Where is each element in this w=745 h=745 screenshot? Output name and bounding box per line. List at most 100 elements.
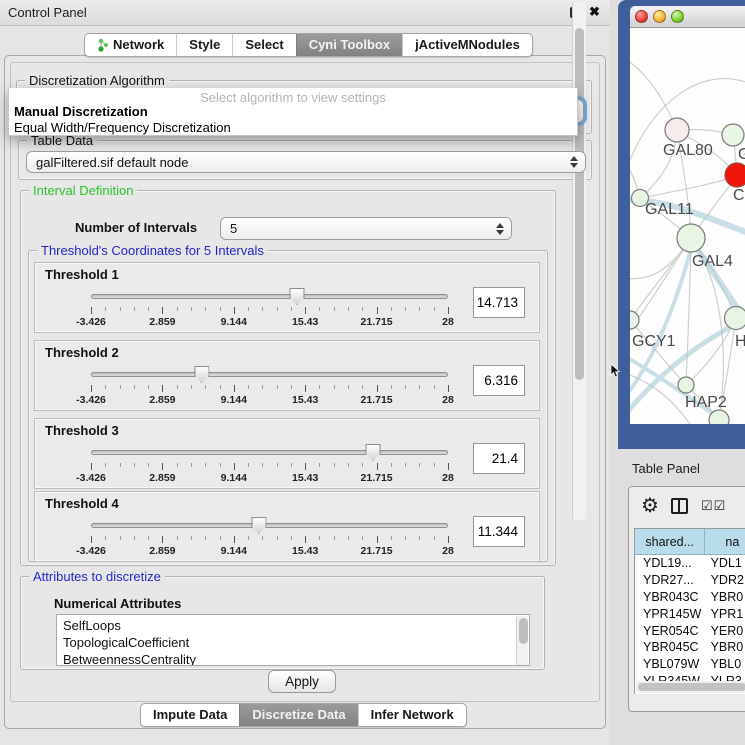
attribute-list-item[interactable]: TopologicalCoefficient bbox=[63, 634, 529, 651]
table-row[interactable]: YER054CYER0 bbox=[635, 622, 745, 639]
tick-mark bbox=[405, 385, 406, 389]
scrollbar-thumb[interactable] bbox=[519, 618, 528, 644]
node-red[interactable] bbox=[725, 163, 745, 187]
tick-mark bbox=[419, 536, 420, 540]
cell-shared-name[interactable]: YDL19... bbox=[635, 556, 708, 570]
columns-icon[interactable] bbox=[671, 498, 688, 514]
numerical-attributes-list[interactable]: SelfLoopsTopologicalCoefficientBetweenne… bbox=[56, 614, 530, 666]
cell-name[interactable]: YPR1 bbox=[708, 607, 745, 621]
threshold-value-field[interactable]: 21.4 bbox=[473, 443, 525, 474]
gear-icon[interactable]: ⚙ bbox=[641, 493, 659, 518]
slider-track[interactable] bbox=[91, 372, 448, 377]
threshold-slider[interactable]: -3.4262.8599.14415.4321.71528 bbox=[91, 516, 448, 560]
tab-infer-network[interactable]: Infer Network bbox=[358, 704, 466, 726]
number-of-intervals-spinner[interactable]: 5 bbox=[220, 217, 512, 240]
tab-network[interactable]: Network bbox=[85, 34, 176, 56]
cell-name[interactable]: YBR0 bbox=[708, 640, 745, 654]
number-of-intervals-value: 5 bbox=[230, 221, 237, 236]
threshold-slider[interactable]: -3.4262.8599.14415.4321.71528 bbox=[91, 287, 448, 331]
network-nodes[interactable] bbox=[630, 118, 745, 424]
network-window-titlebar[interactable] bbox=[630, 6, 745, 28]
node-gal4[interactable] bbox=[677, 224, 705, 252]
tick-mark bbox=[248, 385, 249, 389]
tab-jactivemnodules[interactable]: jActiveMNodules bbox=[402, 34, 532, 56]
cell-name[interactable]: YBR0 bbox=[708, 590, 745, 604]
cell-shared-name[interactable]: YBR043C bbox=[635, 590, 708, 604]
tick-mark bbox=[419, 385, 420, 389]
tab-impute-data[interactable]: Impute Data bbox=[141, 704, 239, 726]
tab-discretize-data[interactable]: Discretize Data bbox=[239, 704, 357, 726]
close-icon[interactable]: ✖ bbox=[589, 4, 600, 20]
table-row[interactable]: YDL19...YDL1 bbox=[635, 555, 745, 572]
algorithm-option-equal-width[interactable]: Equal Width/Frequency Discretization bbox=[14, 120, 231, 135]
table-row[interactable]: YBR045CYBR0 bbox=[635, 639, 745, 656]
tab-style[interactable]: Style bbox=[176, 34, 232, 56]
threshold-value-field[interactable]: 14.713 bbox=[473, 287, 525, 318]
attribute-list-item[interactable]: SelfLoops bbox=[63, 617, 529, 634]
node-gcy1[interactable] bbox=[630, 311, 639, 329]
tick-mark bbox=[305, 307, 306, 314]
tick-mark bbox=[319, 307, 320, 311]
cell-name[interactable]: YDR2 bbox=[708, 573, 745, 587]
cell-name[interactable]: YER0 bbox=[708, 624, 745, 638]
apply-button[interactable]: Apply bbox=[268, 670, 336, 693]
table-row[interactable]: YDR27...YDR2 bbox=[635, 572, 745, 589]
tab-cyni-toolbox[interactable]: Cyni Toolbox bbox=[296, 34, 402, 56]
threshold-value-field[interactable]: 11.344 bbox=[473, 516, 525, 547]
network-view-window: GAL80 GA C GAL11 GAL4 GCY1 H HAP2 bbox=[618, 0, 745, 449]
scrollbar-thumb[interactable] bbox=[638, 683, 745, 691]
tick-mark bbox=[405, 536, 406, 540]
slider-track[interactable] bbox=[91, 523, 448, 528]
column-header-name[interactable]: na bbox=[705, 529, 745, 555]
table-horizontal-scrollbar[interactable] bbox=[636, 681, 745, 693]
cell-shared-name[interactable]: YDR27... bbox=[635, 573, 708, 587]
node-hap2[interactable] bbox=[678, 377, 694, 393]
mac-close-button[interactable] bbox=[635, 10, 648, 23]
cell-name[interactable]: YDL1 bbox=[708, 556, 745, 570]
cell-shared-name[interactable]: YPR145W bbox=[635, 607, 708, 621]
node-gal-top[interactable] bbox=[722, 124, 744, 146]
tick-mark bbox=[191, 307, 192, 311]
attributes-scrollbar[interactable] bbox=[516, 616, 528, 666]
algorithm-option-manual[interactable]: Manual Discretization bbox=[14, 104, 148, 119]
node-gal80[interactable] bbox=[665, 118, 689, 142]
tab-select[interactable]: Select bbox=[232, 34, 295, 56]
threshold-slider[interactable]: -3.4262.8599.14415.4321.71528 bbox=[91, 365, 448, 409]
mac-zoom-button[interactable] bbox=[671, 10, 684, 23]
main-vertical-scrollbar[interactable] bbox=[572, 2, 586, 520]
network-canvas[interactable]: GAL80 GA C GAL11 GAL4 GCY1 H HAP2 bbox=[630, 28, 745, 424]
node-bottom[interactable] bbox=[709, 410, 729, 424]
threshold-slider[interactable]: -3.4262.8599.14415.4321.71528 bbox=[91, 443, 448, 487]
slider-track[interactable] bbox=[91, 294, 448, 299]
table-row[interactable]: YPR145WYPR1 bbox=[635, 605, 745, 622]
node-h[interactable] bbox=[725, 307, 745, 330]
threshold-label: Threshold 1 bbox=[45, 267, 119, 282]
tick-mark bbox=[191, 385, 192, 389]
tick-label: 9.144 bbox=[221, 545, 247, 557]
tick-mark bbox=[348, 536, 349, 540]
slider-thumb[interactable] bbox=[194, 366, 209, 383]
table-row[interactable]: YBL079WYBL0 bbox=[635, 656, 745, 673]
column-header-shared-name[interactable]: shared... bbox=[635, 529, 705, 555]
cell-shared-name[interactable]: YER054C bbox=[635, 624, 708, 638]
mac-minimize-button[interactable] bbox=[653, 10, 666, 23]
slider-thumb[interactable] bbox=[366, 444, 381, 461]
table-data-combobox[interactable]: galFiltered.sif default node bbox=[26, 151, 586, 173]
cell-shared-name[interactable]: YBL079W bbox=[635, 657, 708, 671]
slider-thumb[interactable] bbox=[251, 517, 266, 534]
control-panel-titlebar: Control Panel ✖ bbox=[0, 0, 610, 26]
table-row[interactable]: YBR043CYBR0 bbox=[635, 589, 745, 606]
slider-thumb[interactable] bbox=[290, 288, 305, 305]
threshold-label: Threshold 4 bbox=[45, 496, 119, 511]
attribute-list-item[interactable]: BetweennessCentrality bbox=[63, 651, 529, 666]
threshold-value-field[interactable]: 6.316 bbox=[473, 365, 525, 396]
scrollbar-thumb[interactable] bbox=[575, 28, 584, 380]
slider-track[interactable] bbox=[91, 450, 448, 455]
cell-shared-name[interactable]: YBR045C bbox=[635, 640, 708, 654]
table-panel-title: Table Panel bbox=[632, 461, 700, 476]
cell-name[interactable]: YBL0 bbox=[708, 657, 745, 671]
tick-mark bbox=[405, 307, 406, 311]
tick-mark bbox=[248, 463, 249, 467]
tick-mark bbox=[362, 307, 363, 311]
select-columns-icon[interactable]: ☑☑ bbox=[701, 498, 726, 514]
